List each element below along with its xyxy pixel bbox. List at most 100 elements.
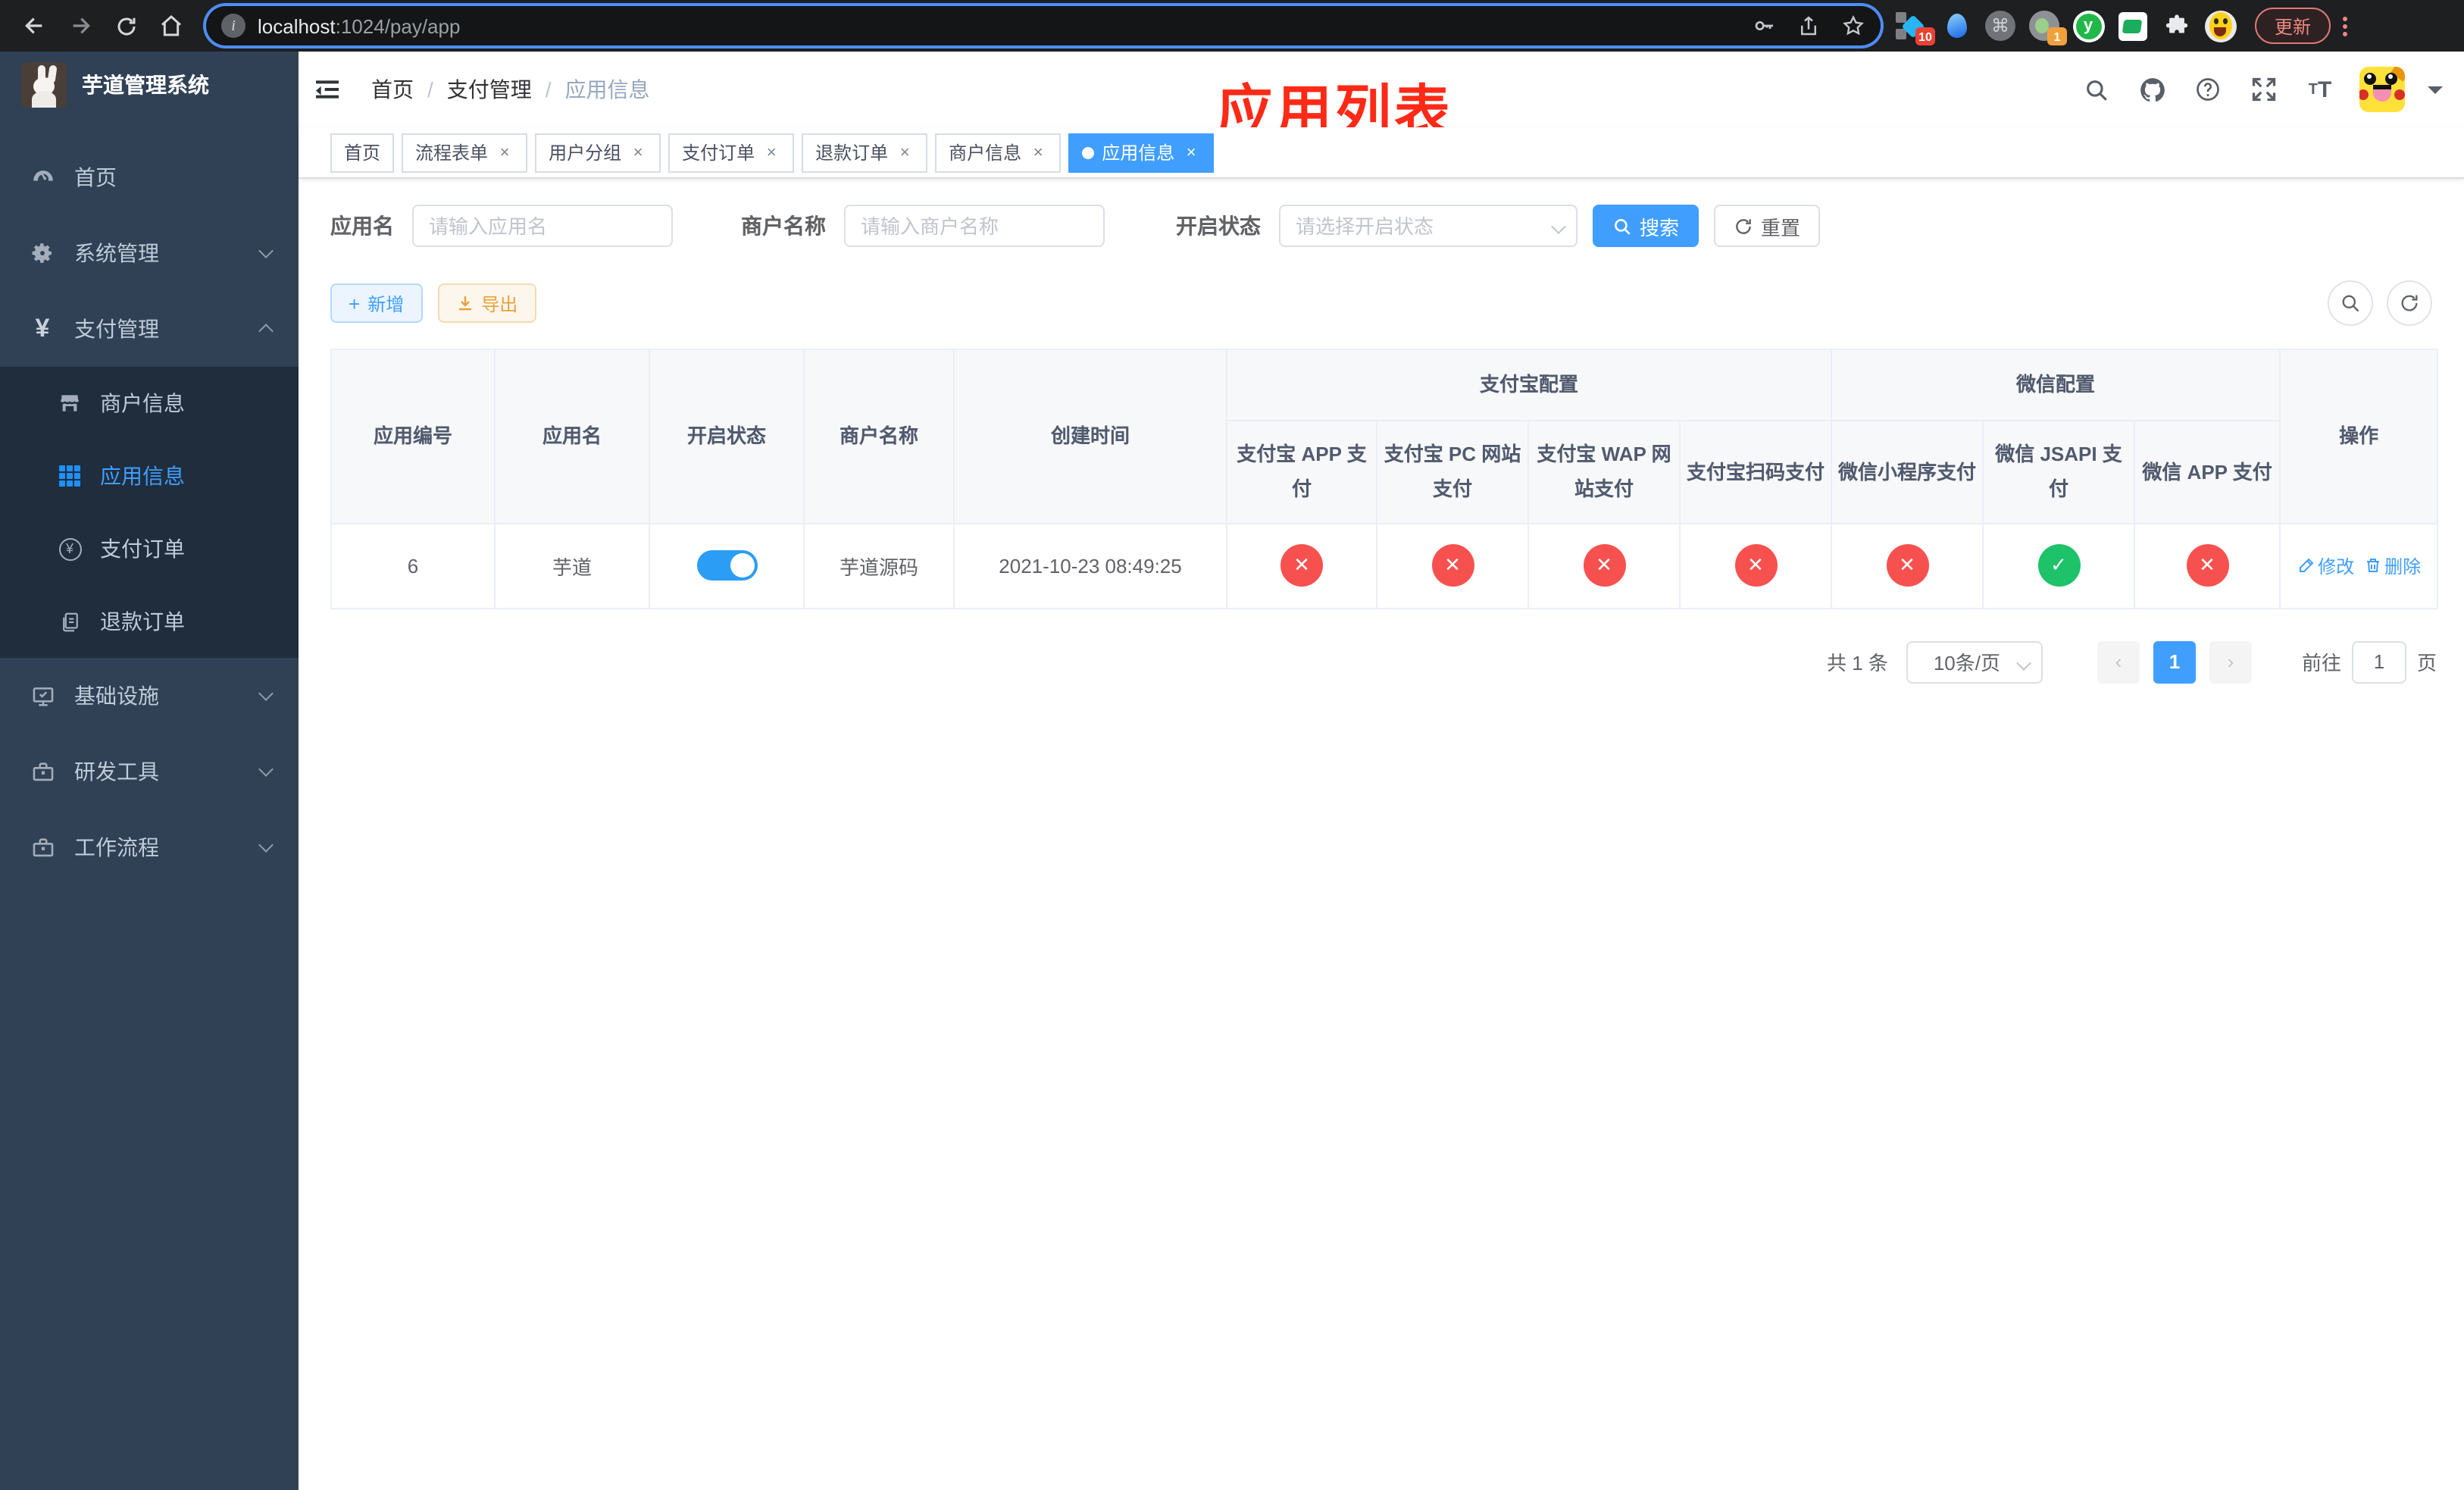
status-select[interactable] xyxy=(1279,205,1578,247)
pinned-ext-icon[interactable]: 10 xyxy=(1896,9,1935,45)
breadcrumb: 首页 / 支付管理 / 应用信息 xyxy=(371,74,650,105)
close-icon[interactable] xyxy=(496,143,514,161)
sidebar-item-pay[interactable]: ¥ 支付管理 xyxy=(0,291,299,367)
prev-page-button[interactable]: ‹ xyxy=(2097,640,2140,684)
next-page-button[interactable]: › xyxy=(2209,640,2252,684)
url-bar[interactable]: i localhost:1024/pay/app xyxy=(206,6,1881,45)
status-select-input[interactable] xyxy=(1279,205,1578,247)
edit-link[interactable]: 修改 xyxy=(2297,552,2354,578)
sidebar-item-refund-order[interactable]: 退款订单 xyxy=(0,585,299,658)
col-wx-app: 微信 APP 支付 xyxy=(2134,420,2281,524)
wx-jsapi-status-icon xyxy=(2037,544,2081,587)
chevron-down-icon xyxy=(258,837,274,853)
tab-home[interactable]: 首页 xyxy=(330,133,395,172)
forward-icon[interactable] xyxy=(62,8,98,44)
sidebar-item-home[interactable]: 首页 xyxy=(0,139,299,215)
edit-icon xyxy=(2299,558,2313,573)
search-button[interactable]: 搜索 xyxy=(1593,205,1699,247)
bookmark-star-icon[interactable] xyxy=(1841,14,1865,38)
page-info-icon[interactable]: i xyxy=(221,14,245,38)
sidebar-item-system[interactable]: 系统管理 xyxy=(0,215,299,291)
app-logo[interactable]: 芋道管理系统 xyxy=(0,52,299,118)
status-toggle[interactable] xyxy=(696,550,757,581)
yudao-ext-icon[interactable]: y xyxy=(2072,9,2105,42)
github-icon[interactable] xyxy=(2135,73,2169,106)
merchant-name-label: 商户名称 xyxy=(741,214,826,238)
page-size-select[interactable] xyxy=(1906,640,2043,684)
fullscreen-icon[interactable] xyxy=(2247,73,2281,106)
group-alipay: 支付宝配置 xyxy=(1225,349,1833,421)
sidebar-toggle-icon[interactable] xyxy=(311,73,344,106)
col-wx-jsapi: 微信 JSAPI 支付 xyxy=(1982,420,2136,524)
command-ext-icon[interactable]: ⌘ xyxy=(1984,9,2017,42)
tabs-bar: 首页 流程表单 用户分组 支付订单 退款订单 商户信息 应用信息 xyxy=(299,127,2464,179)
share-icon[interactable] xyxy=(1797,14,1820,37)
grid-table-icon xyxy=(58,464,82,488)
download-icon xyxy=(458,296,471,311)
breadcrumb-pay[interactable]: 支付管理 xyxy=(447,74,532,105)
recorder-ext-icon[interactable]: 1 xyxy=(2028,9,2067,45)
page-size-value[interactable] xyxy=(1906,640,2043,684)
plus-icon: + xyxy=(349,292,361,315)
reload-icon[interactable] xyxy=(108,8,144,44)
extensions-puzzle-icon[interactable] xyxy=(2159,9,2193,42)
browser-menu-icon[interactable] xyxy=(2343,16,2348,36)
sidebar-item-app-info[interactable]: 应用信息 xyxy=(0,440,299,512)
sidebar-item-label: 支付订单 xyxy=(100,537,185,561)
close-icon[interactable] xyxy=(896,143,914,161)
avatar-caret-icon[interactable] xyxy=(2428,86,2443,101)
refresh-button[interactable] xyxy=(2387,280,2432,326)
browser-update-button[interactable]: 更新 xyxy=(2255,8,2331,44)
sidebar-item-workflow[interactable]: 工作流程 xyxy=(0,809,299,885)
sidebar-item-label: 基础设施 xyxy=(74,684,159,708)
page-1-button[interactable]: 1 xyxy=(2153,640,2196,684)
emoji-ext-icon[interactable] xyxy=(2203,9,2237,42)
sidebar-item-infra[interactable]: 基础设施 xyxy=(0,658,299,734)
col-merchant: 商户名称 xyxy=(803,349,955,524)
close-icon[interactable] xyxy=(1029,143,1047,161)
reset-button[interactable]: 重置 xyxy=(1714,205,1821,247)
goto-page-input[interactable] xyxy=(2351,640,2406,684)
back-icon[interactable] xyxy=(17,8,53,44)
tab-process-form[interactable]: 流程表单 xyxy=(402,133,528,172)
sidebar-item-merchant-info[interactable]: 商户信息 xyxy=(0,367,299,440)
home-icon[interactable] xyxy=(153,8,189,44)
font-size-icon[interactable]: TT xyxy=(2303,73,2337,106)
toggle-search-button[interactable] xyxy=(2328,280,2373,326)
app-name-label: 应用名 xyxy=(330,214,394,238)
chat-ext-icon[interactable] xyxy=(2115,9,2149,42)
content: 应用名 商户名称 开启状态 搜索 xyxy=(299,179,2464,1490)
delete-link[interactable]: 删除 xyxy=(2363,552,2421,578)
briefcase-icon xyxy=(29,834,56,861)
col-status: 开启状态 xyxy=(649,349,805,524)
pay-submenu: 商户信息 应用信息 ¥ 支付订单 退款订单 xyxy=(0,367,299,658)
tab-user-group[interactable]: 用户分组 xyxy=(535,133,661,172)
sidebar-item-label: 首页 xyxy=(74,165,117,189)
close-icon[interactable] xyxy=(629,143,647,161)
sidebar-item-pay-order[interactable]: ¥ 支付订单 xyxy=(0,512,299,585)
tab-app-info[interactable]: 应用信息 xyxy=(1068,133,1215,172)
help-icon[interactable] xyxy=(2191,73,2225,106)
close-icon[interactable] xyxy=(1182,143,1200,161)
merchant-name-input[interactable] xyxy=(844,205,1105,247)
sidebar-item-devtools[interactable]: 研发工具 xyxy=(0,734,299,809)
col-app-id: 应用编号 xyxy=(330,349,496,524)
col-app-name: 应用名 xyxy=(494,349,650,524)
add-button[interactable]: + 新增 xyxy=(330,283,423,323)
table-toolbar: + 新增 导出 xyxy=(330,280,2432,326)
wx-app-status-icon xyxy=(2186,544,2229,587)
export-button[interactable]: 导出 xyxy=(437,283,536,323)
tab-merchant-info[interactable]: 商户信息 xyxy=(935,133,1062,172)
breadcrumb-home[interactable]: 首页 xyxy=(371,74,414,105)
tab-refund-order[interactable]: 退款订单 xyxy=(802,133,928,172)
gem-ext-icon[interactable] xyxy=(1940,9,1973,42)
chevron-down-icon xyxy=(258,762,274,777)
goto-suffix: 页 xyxy=(2416,652,2437,675)
close-icon[interactable] xyxy=(762,143,780,161)
search-icon[interactable] xyxy=(2079,73,2112,106)
password-key-icon[interactable] xyxy=(1752,14,1776,38)
app-title: 芋道管理系统 xyxy=(82,73,209,97)
avatar[interactable] xyxy=(2359,67,2405,112)
app-name-input[interactable] xyxy=(412,205,673,247)
tab-pay-order[interactable]: 支付订单 xyxy=(668,133,795,172)
